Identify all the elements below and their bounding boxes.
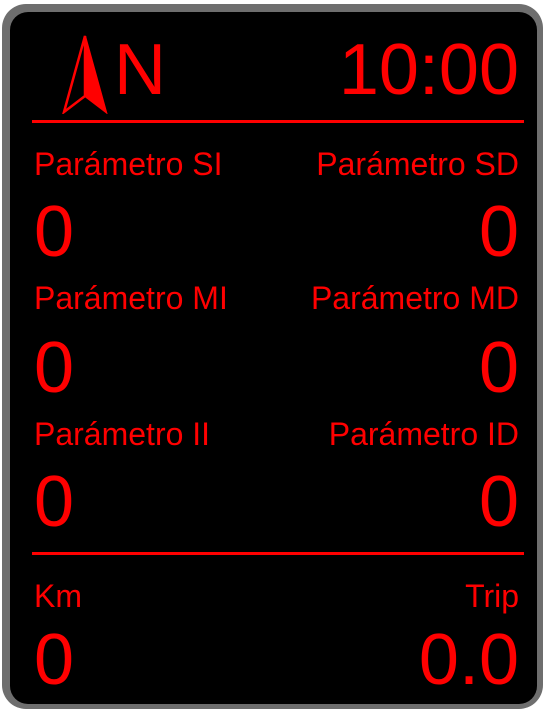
heading-direction: N (114, 30, 166, 110)
km-value: 0 (34, 620, 75, 700)
compass-arrow-icon (61, 34, 108, 116)
param-mid-left-value: 0 (34, 328, 75, 408)
dashboard-screen: N 10:00 Parámetro SI Parámetro SD 0 0 Pa… (10, 12, 537, 704)
param-bottom-left-label: Parámetro II (34, 416, 211, 452)
clock-time: 10:00 (338, 30, 519, 110)
footer-divider (32, 552, 524, 555)
param-mid-right-value: 0 (478, 328, 519, 408)
param-mid-left-label: Parámetro MI (34, 280, 228, 316)
trip-label: Trip (465, 578, 519, 614)
param-bottom-right-label: Parámetro ID (328, 416, 519, 452)
trip-value: 0.0 (418, 620, 519, 700)
param-top-left-label: Parámetro SI (34, 146, 223, 182)
header-divider (32, 120, 524, 123)
param-top-left-value: 0 (34, 192, 75, 272)
device-bezel: N 10:00 Parámetro SI Parámetro SD 0 0 Pa… (2, 4, 543, 709)
param-top-right-label: Parámetro SD (316, 146, 519, 182)
param-top-right-value: 0 (478, 192, 519, 272)
param-mid-right-label: Parámetro MD (310, 280, 519, 316)
km-label: Km (34, 578, 82, 614)
param-bottom-right-value: 0 (478, 462, 519, 542)
param-bottom-left-value: 0 (34, 462, 75, 542)
